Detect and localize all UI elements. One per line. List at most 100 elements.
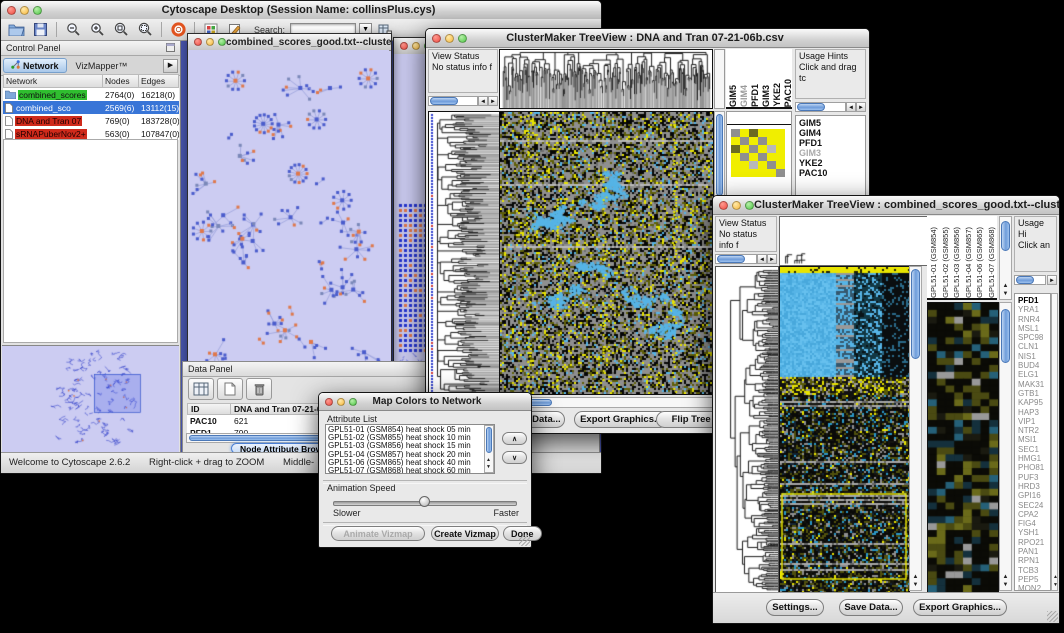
scroll-down-icon[interactable]: ▼ xyxy=(911,582,920,589)
tv1-matrix-cell[interactable] xyxy=(731,137,740,145)
scrollbar-thumb[interactable] xyxy=(1016,276,1034,284)
tv2-gene-item[interactable]: RNR4 xyxy=(1018,315,1050,324)
scrollbar-thumb[interactable] xyxy=(430,97,458,105)
delete-attribute-button[interactable] xyxy=(246,378,272,400)
scroll-up-icon[interactable]: ▲ xyxy=(911,574,920,581)
tv1-matrix-cell[interactable] xyxy=(767,153,776,161)
tv2-gene-item[interactable]: MAK31 xyxy=(1018,380,1050,389)
scroll-left-icon[interactable]: ◄ xyxy=(478,96,488,106)
tv1-matrix-cell[interactable] xyxy=(758,161,767,169)
tv2-gene-item[interactable]: MSI1 xyxy=(1018,435,1050,444)
tv2-column-dendrogram[interactable] xyxy=(779,216,929,266)
tv2-column-label[interactable]: GPL51-07 (GSM868) xyxy=(987,227,997,298)
tv1-matrix-cell[interactable] xyxy=(731,153,740,161)
scroll-down-icon[interactable]: ▼ xyxy=(1051,582,1060,589)
tv2-column-label[interactable]: GPL51-03 (GSM856) xyxy=(952,227,962,298)
scroll-right-icon[interactable]: ► xyxy=(856,102,866,112)
tv2-column-label[interactable]: GPL51-06 (GSM865) xyxy=(975,227,985,298)
close-button[interactable] xyxy=(7,6,16,15)
tv1-column-label[interactable]: GIM5 xyxy=(728,85,738,107)
tv1-matrix-cell[interactable] xyxy=(758,129,767,137)
tv1-matrix-cell[interactable] xyxy=(758,169,767,177)
slider-thumb[interactable] xyxy=(419,496,430,507)
tv1-matrix-cell[interactable] xyxy=(740,161,749,169)
tv2-gene-item[interactable]: BUD4 xyxy=(1018,361,1050,370)
minimize-button[interactable] xyxy=(20,6,29,15)
birdseye-view[interactable] xyxy=(2,345,179,453)
tv2-gene-item[interactable]: NTR2 xyxy=(1018,426,1050,435)
zoom-window-button[interactable] xyxy=(745,201,754,210)
scrollbar-thumb[interactable] xyxy=(486,427,492,453)
zoom-window-button[interactable] xyxy=(33,6,42,15)
tv2-gene-item[interactable]: KAP95 xyxy=(1018,398,1050,407)
network-list-item[interactable]: DNA and Tran 07769(0)183728(0) xyxy=(3,114,179,127)
scroll-left-icon[interactable]: ◄ xyxy=(757,254,767,264)
network-column-header[interactable]: Network xyxy=(3,74,103,88)
tv2-status-scrollbar[interactable]: ◄ ► xyxy=(715,253,777,265)
tv2-gene-item[interactable]: MSL1 xyxy=(1018,324,1050,333)
zoom-fit-button[interactable] xyxy=(110,20,132,39)
tv2-gene-item[interactable]: HMG1 xyxy=(1018,454,1050,463)
resize-grip[interactable] xyxy=(519,535,530,546)
zoom-selected-button[interactable] xyxy=(134,20,156,39)
tv1-gene-item[interactable]: PAC10 xyxy=(799,168,865,178)
tv1-matrix-cell[interactable] xyxy=(767,145,776,153)
tv1-column-label[interactable]: YKE2 xyxy=(772,83,782,107)
zoom-out-button[interactable] xyxy=(62,20,84,39)
tv2-gene-item[interactable]: MON2 xyxy=(1018,584,1050,591)
tv1-gene-item[interactable]: PFD1 xyxy=(799,138,865,148)
scroll-down-icon[interactable]: ▼ xyxy=(484,464,493,471)
network1-titlebar[interactable]: combined_scores_good.txt--cluste... xyxy=(188,34,391,51)
tv1-matrix-cell[interactable] xyxy=(749,137,758,145)
tv2-export-graphics-button[interactable]: Export Graphics... xyxy=(913,599,1007,616)
tv1-gene-item[interactable]: GIM4 xyxy=(799,128,865,138)
create-vizmap-button[interactable]: Create Vizmap xyxy=(431,526,499,541)
tv1-matrix-cell[interactable] xyxy=(767,169,776,177)
attribute-column-header[interactable]: ID xyxy=(187,403,231,415)
tv2-zoom-scrollbar[interactable]: ▲ ▼ xyxy=(999,302,1012,591)
scroll-up-icon[interactable]: ▲ xyxy=(1001,283,1010,290)
treeview1-titlebar[interactable]: ClusterMaker TreeView : DNA and Tran 07-… xyxy=(426,29,869,48)
resize-grip[interactable] xyxy=(1047,611,1058,622)
tv2-gene-item[interactable]: NIS1 xyxy=(1018,352,1050,361)
tv1-matrix-cell[interactable] xyxy=(749,161,758,169)
tv2-collabel-scrollbar[interactable]: ▲ ▼ xyxy=(999,216,1012,300)
tv2-gene-item[interactable]: YRA1 xyxy=(1018,305,1050,314)
network-list-item[interactable]: combined_scores2764(0)16218(0) xyxy=(3,88,179,101)
scroll-left-icon[interactable]: ◄ xyxy=(846,102,856,112)
attribute-select-button[interactable] xyxy=(188,378,214,400)
scrollbar-thumb[interactable] xyxy=(716,114,723,196)
tv1-matrix-cell[interactable] xyxy=(776,169,785,177)
tv1-row-dendrogram[interactable] xyxy=(428,111,500,395)
tv2-gene-item[interactable]: PHO81 xyxy=(1018,463,1050,472)
tv2-gene-item[interactable]: SEC1 xyxy=(1018,445,1050,454)
tab-vizmapper[interactable]: VizMapper™ xyxy=(70,61,134,71)
tv1-matrix-cell[interactable] xyxy=(740,129,749,137)
move-up-button[interactable]: ∧ xyxy=(502,432,527,445)
network-canvas[interactable] xyxy=(188,50,389,367)
tv1-matrix-cell[interactable] xyxy=(767,137,776,145)
scroll-right-icon[interactable]: ► xyxy=(488,96,498,106)
tv2-column-label[interactable]: GPL51-02 (GSM855) xyxy=(941,227,951,298)
tv2-gene-item[interactable]: HRD3 xyxy=(1018,482,1050,491)
tv2-gene-item[interactable]: HAP3 xyxy=(1018,408,1050,417)
scroll-up-icon[interactable]: ▲ xyxy=(1051,574,1060,581)
tv2-gene-item[interactable]: GTB1 xyxy=(1018,389,1050,398)
animate-vizmap-button[interactable]: Animate Vizmap xyxy=(331,526,425,541)
tv2-vscrollbar[interactable]: ▲ ▼ xyxy=(909,266,922,591)
network-column-header[interactable]: Nodes xyxy=(103,74,139,88)
open-session-button[interactable] xyxy=(5,20,27,39)
tv1-matrix-cell[interactable] xyxy=(758,153,767,161)
move-down-button[interactable]: ∨ xyxy=(502,451,527,464)
tv1-status-scrollbar[interactable]: ◄ ► xyxy=(428,95,498,107)
save-session-button[interactable] xyxy=(29,20,51,39)
tv1-matrix-cell[interactable] xyxy=(758,137,767,145)
network-column-header[interactable]: Edges xyxy=(139,74,179,88)
tv1-column-label[interactable]: PAC10 xyxy=(783,79,792,107)
tv1-gene-item[interactable]: GIM5 xyxy=(799,118,865,128)
tv1-column-dendrogram[interactable] xyxy=(499,49,713,109)
tv2-settings-button[interactable]: Settings... xyxy=(766,599,824,616)
scroll-down-icon[interactable]: ▼ xyxy=(1001,582,1010,589)
tv1-matrix-cell[interactable] xyxy=(758,145,767,153)
scrollbar-thumb[interactable] xyxy=(1001,309,1010,363)
